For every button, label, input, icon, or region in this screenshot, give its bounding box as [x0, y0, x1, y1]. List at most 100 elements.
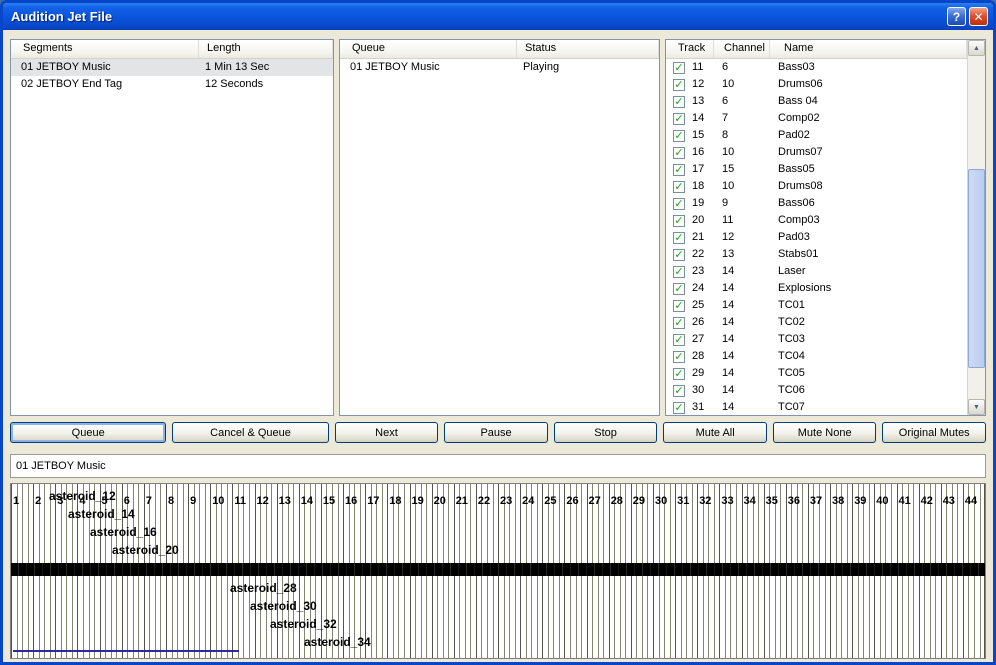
track-row[interactable]: ✓2814TC04 [666, 348, 967, 365]
scrollbar-thumb[interactable] [968, 169, 985, 368]
track-row[interactable]: ✓2314Laser [666, 263, 967, 280]
track-row[interactable]: ✓147Comp02 [666, 110, 967, 127]
scroll-down-icon[interactable]: ▼ [968, 399, 985, 415]
track-row[interactable]: ✓1210Drums06 [666, 76, 967, 93]
track-mute-checkbox[interactable]: ✓ [673, 147, 685, 159]
queue-panel: Queue Status 01 JETBOY MusicPlaying [339, 39, 660, 416]
track-mute-checkbox[interactable]: ✓ [673, 300, 685, 312]
track-row[interactable]: ✓199Bass06 [666, 195, 967, 212]
track-row[interactable]: ✓2914TC05 [666, 365, 967, 382]
track-name: Comp03 [766, 212, 967, 229]
track-name: Comp02 [766, 110, 967, 127]
track-name: Bass05 [766, 161, 967, 178]
scrollbar-track[interactable] [968, 56, 985, 399]
queue-column-header[interactable]: Queue [340, 40, 517, 58]
track-row[interactable]: ✓2112Pad03 [666, 229, 967, 246]
track-mute-checkbox[interactable]: ✓ [673, 62, 685, 74]
track-mute-checkbox[interactable]: ✓ [673, 266, 685, 278]
scroll-up-icon[interactable]: ▲ [968, 40, 985, 56]
track-row[interactable]: ✓116Bass03 [666, 59, 967, 76]
audition-jet-file-window: Audition Jet File ? ✕ Segments Length 01… [0, 0, 996, 665]
track-mute-checkbox[interactable]: ✓ [673, 385, 685, 397]
track-number: 15 [685, 127, 713, 144]
cancel-queue-button[interactable]: Cancel & Queue [172, 422, 328, 443]
track-mute-checkbox[interactable]: ✓ [673, 249, 685, 261]
measure-number: 27 [589, 495, 601, 507]
segment-length: 12 Seconds [199, 76, 333, 93]
measure-number: 14 [301, 495, 313, 507]
segment-timeline-graph[interactable]: 1234567891011121314151617181920212223242… [10, 483, 986, 659]
measure-number: 7 [146, 495, 152, 507]
track-mute-checkbox[interactable]: ✓ [673, 283, 685, 295]
segments-column-header[interactable]: Segments [11, 40, 199, 58]
segment-row[interactable]: 01 JETBOY Music1 Min 13 Sec [11, 59, 333, 76]
track-number: 31 [685, 399, 713, 415]
track-mute-checkbox[interactable]: ✓ [673, 79, 685, 91]
queue-button[interactable]: Queue [10, 422, 166, 443]
track-mute-checkbox[interactable]: ✓ [673, 130, 685, 142]
track-name: Bass 04 [766, 93, 967, 110]
original-mutes-button[interactable]: Original Mutes [882, 422, 986, 443]
measure-number: 41 [899, 495, 911, 507]
track-row[interactable]: ✓136Bass 04 [666, 93, 967, 110]
track-mute-checkbox[interactable]: ✓ [673, 181, 685, 193]
length-column-header[interactable]: Length [199, 40, 333, 58]
pause-button[interactable]: Pause [444, 422, 548, 443]
track-mute-checkbox[interactable]: ✓ [673, 351, 685, 363]
track-row[interactable]: ✓1610Drums07 [666, 144, 967, 161]
segments-panel: Segments Length 01 JETBOY Music1 Min 13 … [10, 39, 334, 416]
track-channel: 15 [713, 161, 766, 178]
track-mute-checkbox[interactable]: ✓ [673, 198, 685, 210]
track-mute-checkbox[interactable]: ✓ [673, 113, 685, 125]
track-channel: 11 [713, 212, 766, 229]
tracks-scrollbar[interactable]: ▲ ▼ [967, 40, 985, 415]
track-row[interactable]: ✓2614TC02 [666, 314, 967, 331]
track-mute-checkbox[interactable]: ✓ [673, 317, 685, 329]
status-column-header[interactable]: Status [517, 40, 659, 58]
track-column-header[interactable]: Track [666, 40, 714, 58]
help-button[interactable]: ? [947, 7, 966, 26]
mute-none-button[interactable]: Mute None [773, 422, 877, 443]
measure-number: 38 [832, 495, 844, 507]
track-row[interactable]: ✓158Pad02 [666, 127, 967, 144]
mute-all-button[interactable]: Mute All [663, 422, 767, 443]
measure-number: 28 [611, 495, 623, 507]
measure-number: 22 [478, 495, 490, 507]
next-button[interactable]: Next [335, 422, 439, 443]
track-row[interactable]: ✓2011Comp03 [666, 212, 967, 229]
track-row[interactable]: ✓2714TC03 [666, 331, 967, 348]
track-row[interactable]: ✓1715Bass05 [666, 161, 967, 178]
track-mute-checkbox[interactable]: ✓ [673, 232, 685, 244]
tracks-list[interactable]: ✓116Bass03✓1210Drums06✓136Bass 04✓147Com… [666, 59, 967, 415]
channel-column-header[interactable]: Channel [714, 40, 770, 58]
queue-row[interactable]: 01 JETBOY MusicPlaying [340, 59, 659, 76]
segments-list[interactable]: 01 JETBOY Music1 Min 13 Sec02 JETBOY End… [11, 59, 333, 415]
track-name: TC03 [766, 331, 967, 348]
track-mute-checkbox[interactable]: ✓ [673, 334, 685, 346]
measure-number: 17 [367, 495, 379, 507]
track-row[interactable]: ✓1810Drums08 [666, 178, 967, 195]
track-mute-checkbox[interactable]: ✓ [673, 164, 685, 176]
close-button[interactable]: ✕ [969, 7, 988, 26]
track-number: 14 [685, 110, 713, 127]
stop-button[interactable]: Stop [554, 422, 658, 443]
track-row[interactable]: ✓2213Stabs01 [666, 246, 967, 263]
track-mute-checkbox[interactable]: ✓ [673, 96, 685, 108]
tracks-panel: Track Channel Name ✓116Bass03✓1210Drums0… [665, 39, 986, 416]
track-number: 11 [685, 59, 713, 76]
track-mute-checkbox[interactable]: ✓ [673, 402, 685, 414]
track-mute-checkbox[interactable]: ✓ [673, 215, 685, 227]
track-mute-checkbox[interactable]: ✓ [673, 368, 685, 380]
track-row[interactable]: ✓3014TC06 [666, 382, 967, 399]
segment-row[interactable]: 02 JETBOY End Tag12 Seconds [11, 76, 333, 93]
tracks-list-container: Track Channel Name ✓116Bass03✓1210Drums0… [666, 40, 967, 415]
track-number: 24 [685, 280, 713, 297]
timeline-track-label: asteroid_32 [270, 617, 337, 631]
queue-list[interactable]: 01 JETBOY MusicPlaying [340, 59, 659, 415]
name-column-header[interactable]: Name [770, 40, 967, 58]
track-number: 16 [685, 144, 713, 161]
measure-number: 6 [124, 495, 130, 507]
track-row[interactable]: ✓3114TC07 [666, 399, 967, 415]
track-row[interactable]: ✓2414Explosions [666, 280, 967, 297]
track-row[interactable]: ✓2514TC01 [666, 297, 967, 314]
